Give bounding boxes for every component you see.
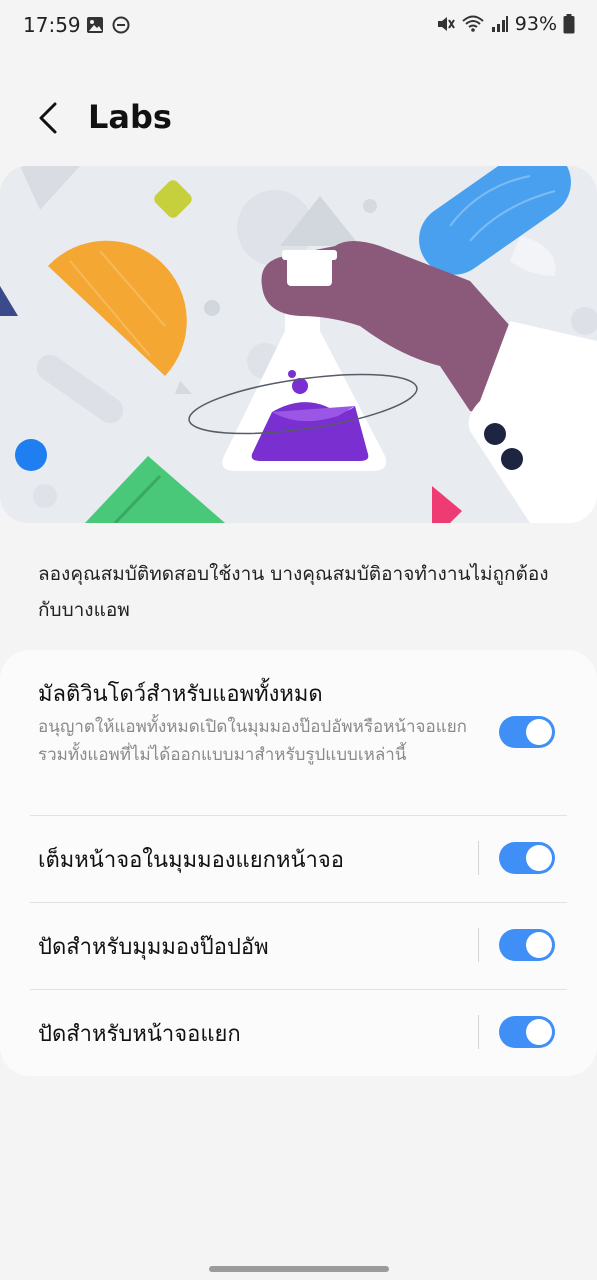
setting-title: ปัดสำหรับหน้าจอแยก <box>38 1022 241 1047</box>
setting-item-swipe-split-screen[interactable]: ปัดสำหรับหน้าจอแยก <box>38 1016 559 1051</box>
wifi-icon <box>462 15 484 32</box>
toggle-switch-swipe-split-screen[interactable] <box>499 1016 555 1048</box>
vertical-separator <box>478 928 479 962</box>
setting-summary: อนุญาตให้แอพทั้งหมดเปิดในมุมมองป๊อปอัพหร… <box>38 717 467 765</box>
toggle-switch-swipe-popup-view[interactable] <box>499 929 555 961</box>
labs-description: ลองคุณสมบัติทดสอบใช้งาน บางคุณสมบัติอาจท… <box>38 563 549 621</box>
battery-percent: 93% <box>514 13 557 35</box>
toggle-knob <box>526 1019 552 1045</box>
vertical-separator <box>478 1015 479 1049</box>
status-bar: 17:59 93% <box>0 0 597 52</box>
status-notification-icons <box>86 16 130 34</box>
page-title: Labs <box>88 98 172 136</box>
battery-icon <box>563 14 575 34</box>
gallery-icon <box>87 17 103 33</box>
labs-hero-illustration <box>0 166 597 523</box>
setting-item-multiwindow-all-apps[interactable]: มัลติวินโดว์สำหรับแอพทั้งหมด อนุญาตให้แอ… <box>38 676 559 769</box>
status-right: 93% <box>435 13 575 35</box>
app-header: Labs <box>0 80 597 156</box>
toggle-switch-fullscreen-split-view[interactable] <box>499 842 555 874</box>
back-arrow-icon <box>39 102 57 134</box>
divider <box>30 815 567 816</box>
mute-icon <box>437 17 455 31</box>
status-time: 17:59 <box>23 13 81 37</box>
toggle-switch-multiwindow-all-apps[interactable] <box>499 716 555 748</box>
setting-item-fullscreen-split-view[interactable]: เต็มหน้าจอในมุมมองแยกหน้าจอ <box>38 842 559 877</box>
toggle-knob <box>526 719 552 745</box>
setting-title: เต็มหน้าจอในมุมมองแยกหน้าจอ <box>38 848 344 873</box>
toggle-knob <box>526 932 552 958</box>
signal-icon <box>491 16 508 32</box>
do-not-disturb-icon <box>112 16 130 34</box>
setting-item-swipe-popup-view[interactable]: ปัดสำหรับมุมมองป๊อปอัพ <box>38 929 559 964</box>
back-button[interactable] <box>30 98 66 138</box>
flask-illustration <box>0 166 597 523</box>
divider <box>30 989 567 990</box>
home-indicator[interactable] <box>209 1266 389 1272</box>
divider <box>30 902 567 903</box>
settings-card: มัลติวินโดว์สำหรับแอพทั้งหมด อนุญาตให้แอ… <box>0 650 597 1076</box>
setting-title: มัลติวินโดว์สำหรับแอพทั้งหมด <box>38 682 323 707</box>
setting-title: ปัดสำหรับมุมมองป๊อปอัพ <box>38 935 269 960</box>
toggle-knob <box>526 845 552 871</box>
vertical-separator <box>478 841 479 875</box>
